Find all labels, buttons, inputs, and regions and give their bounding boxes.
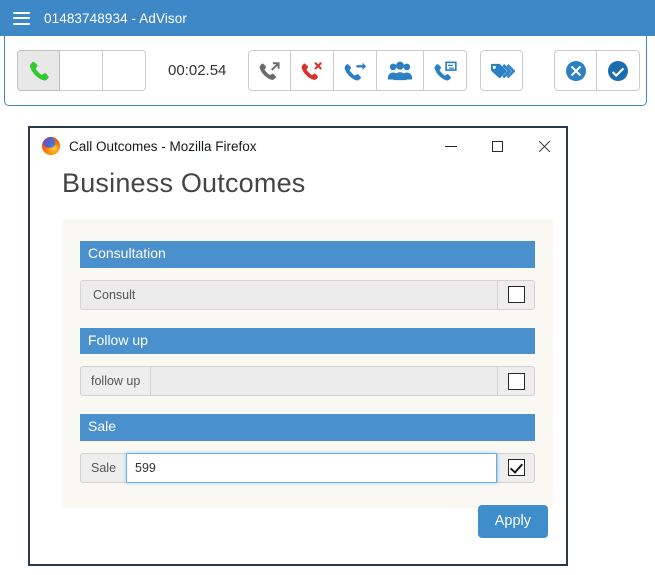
call-swap-button[interactable]: [424, 50, 468, 91]
minimize-button[interactable]: [428, 129, 474, 163]
firefox-logo-icon: [42, 137, 60, 155]
apply-button[interactable]: Apply: [477, 505, 548, 538]
phone-transfer-arrow-icon: [343, 60, 367, 82]
toolbar-blank-button-2[interactable]: [103, 50, 146, 91]
window-controls: [428, 128, 566, 164]
hamburger-menu-icon[interactable]: [13, 11, 30, 25]
call-state-button-group: [17, 50, 146, 91]
dialog-body: Business Outcomes Consultation Consult F…: [30, 168, 566, 564]
consult-label: Consult: [80, 279, 497, 310]
reject-button[interactable]: [554, 50, 598, 91]
followup-label: follow up: [80, 366, 151, 396]
maximize-icon: [491, 140, 503, 152]
dialog-title: Call Outcomes - Mozilla Firefox: [69, 138, 257, 154]
people-group-icon: [387, 60, 413, 82]
maximize-button[interactable]: [474, 129, 520, 163]
sale-label: Sale: [80, 452, 127, 483]
close-button[interactable]: [520, 129, 566, 163]
answer-call-button[interactable]: [17, 50, 60, 91]
section-header-followup: Follow up: [80, 327, 535, 354]
section-spacer-2: [80, 396, 535, 414]
end-actions-button-group: [554, 50, 641, 91]
apply-button-wrapper: Apply: [477, 505, 548, 538]
outcome-row-consult: Consult: [80, 279, 535, 310]
phone-outgoing-arrow-icon: [258, 60, 282, 82]
outcomes-card: Consultation Consult Follow up follow up…: [62, 219, 553, 508]
toolbar-blank-button-1[interactable]: [60, 50, 103, 91]
app-header-bar: 01483748934 - AdVisor: [0, 0, 655, 36]
page-title: Business Outcomes: [62, 168, 306, 198]
hamburger-line-3: [13, 22, 30, 25]
phone-hangup-x-icon: [300, 60, 324, 82]
transfer-call-button[interactable]: [334, 50, 378, 91]
circle-x-icon: [564, 59, 588, 83]
minimize-icon: [445, 145, 457, 147]
hangup-call-button[interactable]: [291, 50, 335, 91]
followup-input[interactable]: [150, 366, 497, 396]
hamburger-line-1: [13, 11, 30, 14]
outbound-call-button[interactable]: [248, 50, 292, 91]
tag-button-group: [480, 50, 524, 91]
call-duration-timer: 00:02.54: [168, 62, 227, 79]
section-header-consultation: Consultation: [80, 241, 535, 268]
call-actions-button-group: [248, 50, 468, 91]
phone-swap-icon: [433, 60, 458, 82]
sale-checkbox-cell[interactable]: [497, 452, 535, 483]
consult-checkbox[interactable]: [507, 286, 525, 303]
sale-checkbox[interactable]: [507, 459, 525, 476]
app-title: 01483748934 - AdVisor: [44, 10, 187, 26]
phone-handset-icon: [28, 60, 50, 82]
call-outcomes-dialog: Call Outcomes - Mozilla Firefox Business…: [28, 126, 568, 566]
section-spacer-1: [80, 310, 535, 328]
conference-call-button[interactable]: [377, 50, 425, 91]
call-toolbar-panel: 00:02.54: [4, 36, 647, 106]
circle-check-icon: [606, 59, 630, 83]
tag-labels-icon: [489, 60, 515, 82]
consult-checkbox-cell[interactable]: [497, 279, 535, 310]
outcome-row-sale: Sale: [80, 452, 535, 483]
hamburger-line-2: [13, 17, 30, 19]
sale-input[interactable]: [126, 452, 497, 483]
outcome-row-followup: follow up: [80, 366, 535, 396]
close-icon: [537, 140, 550, 153]
section-header-sale: Sale: [80, 414, 535, 441]
followup-checkbox-cell[interactable]: [497, 366, 535, 396]
followup-checkbox[interactable]: [507, 372, 525, 390]
tag-label-button[interactable]: [480, 50, 524, 91]
dialog-titlebar[interactable]: Call Outcomes - Mozilla Firefox: [30, 128, 566, 164]
accept-button[interactable]: [597, 50, 641, 91]
